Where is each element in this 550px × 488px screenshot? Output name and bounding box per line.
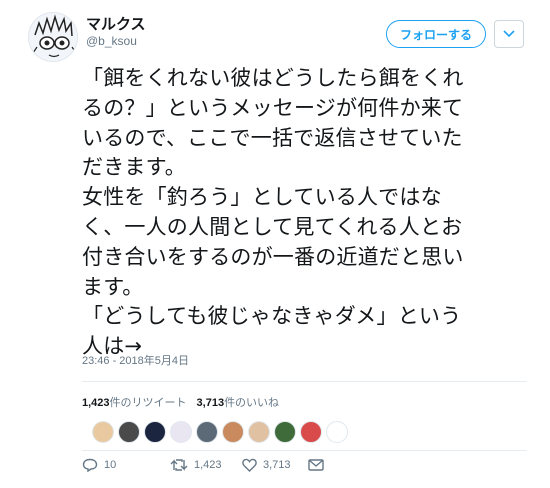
liker-avatar[interactable] xyxy=(92,421,114,443)
liker-avatar[interactable] xyxy=(222,421,244,443)
tweet-line: 付き合いをするのが一番の近道だと思い xyxy=(82,244,464,269)
like-count: 3,713 xyxy=(263,459,291,471)
like-button[interactable]: 3,713 xyxy=(242,458,308,472)
like-stat-count: 3,713 xyxy=(196,397,225,409)
liker-avatar[interactable] xyxy=(326,421,348,443)
retweet-button[interactable]: 1,423 xyxy=(170,458,242,472)
liker-avatar[interactable] xyxy=(196,421,218,443)
engagement-stats: 1,423件のリツイート 3,713件のいいね xyxy=(82,394,279,410)
like-stat-label: 件のいいね xyxy=(224,396,280,409)
like-stat[interactable]: 3,713件のいいね xyxy=(197,394,280,410)
retweet-count: 1,423 xyxy=(194,459,222,471)
tweet-line: 「餌をくれない彼はどうしたら餌をくれ xyxy=(82,66,464,90)
screen-name[interactable]: @b_ksou xyxy=(86,34,137,48)
tweet-timestamp[interactable]: 23:46 - 2018年5月4日 xyxy=(82,352,189,368)
tweet-line: ます。 xyxy=(82,274,144,299)
liker-avatar[interactable] xyxy=(300,421,322,443)
tweet-actions: 10 1,423 3,713 xyxy=(82,458,324,472)
retweet-stat-label: 件のリツイート xyxy=(109,396,187,409)
reply-icon xyxy=(82,458,98,472)
tweet-line: るの？」というメッセージが何件か来て xyxy=(82,95,464,120)
liker-avatar[interactable] xyxy=(118,421,140,443)
retweet-stat-count: 1,423 xyxy=(82,397,110,409)
tweet-line: いるので、ここで一括で返信させていた xyxy=(82,125,463,150)
reply-count: 10 xyxy=(104,459,117,471)
liker-avatars xyxy=(92,421,348,443)
liker-avatar[interactable] xyxy=(170,421,192,443)
avatar-sketch-icon xyxy=(32,14,77,58)
retweet-stat[interactable]: 1,423件のリツイート xyxy=(82,394,187,410)
tweet-line: 女性を「釣ろう」としている人ではな xyxy=(82,185,442,210)
tweet-text: 「餌をくれない彼はどうしたら餌をくれ るの？」というメッセージが何件か来て いる… xyxy=(82,64,527,362)
liker-avatar[interactable] xyxy=(248,421,270,443)
retweet-icon xyxy=(170,459,188,471)
avatar[interactable] xyxy=(28,12,78,62)
direct-message-button[interactable] xyxy=(308,459,324,471)
divider xyxy=(82,381,527,382)
display-name[interactable]: マルクス xyxy=(86,13,146,34)
chevron-down-icon xyxy=(503,30,515,38)
tweet-line: だきます。 xyxy=(82,155,186,180)
envelope-icon xyxy=(308,459,324,471)
tweet-line: 「どうしても彼じゃなきゃダメ」という xyxy=(82,304,462,329)
liker-avatar[interactable] xyxy=(144,421,166,443)
heart-icon xyxy=(242,458,257,472)
divider xyxy=(82,450,527,451)
liker-avatar[interactable] xyxy=(274,421,296,443)
follow-button[interactable]: フォローする xyxy=(386,20,486,48)
reply-button[interactable]: 10 xyxy=(82,458,170,472)
more-options-button[interactable] xyxy=(494,20,524,48)
tweet-card: マルクス @b_ksou フォローする 「餌をくれない彼はどうしたら餌をくれ る… xyxy=(0,0,550,488)
tweet-line: く、一人の人間として見てくれる人とお xyxy=(82,214,463,239)
